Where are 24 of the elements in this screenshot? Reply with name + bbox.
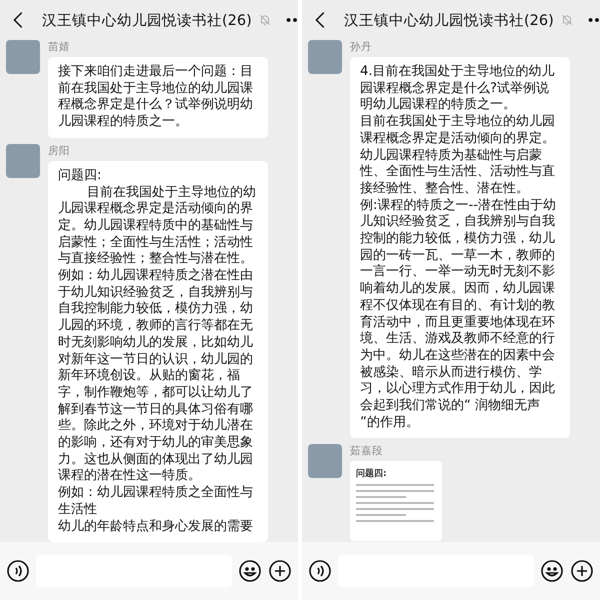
sender-name: 苗婧	[48, 40, 71, 54]
emoji-icon[interactable]	[238, 559, 262, 583]
message-text: 例如：幼儿园课程特质之潜在性由于幼儿知识经验贫乏，自我辨别与自我控制能力较低，模仿力强，幼儿园的环境，教师的言行等都在无时无刻影响幼儿的发展，比如幼儿对新年这一节日的认识，幼儿园的新年环境创设。从贴的窗花，福字，制作鞭炮等，都可以让幼儿了解到春节这一节日的具体习俗有哪些。除此之外，环境对于幼儿潜在的影响，还有对于幼儿的审美思象力。这也从侧面的体现出了幼儿园课程的潜在性这一特质。	[58, 268, 254, 485]
message-text: 目前在我国处于主导地位的幼儿园课程概念界定是活动倾向的界定。幼儿园课程特质中的基础性与启蒙性；全面性与生活性；活动性与直接经验性；整合性与潜在性。	[58, 184, 258, 268]
chat-title: 汉王镇中心幼儿园悦读书社(26)	[42, 12, 252, 30]
message-text: 问题四:	[58, 168, 102, 185]
add-icon[interactable]	[268, 559, 292, 583]
message-text: 接下来咱们走进最后一个问题：目前在我国处于主导地位的幼儿园课程概念界定是什么？试举例说明幼儿园课程的特质之一。	[58, 64, 254, 131]
voice-icon[interactable]	[308, 559, 332, 583]
message-text: 幼儿的年龄特点和身心发展的需要	[58, 518, 254, 536]
sender-name: 孙丹	[350, 40, 373, 54]
chat-title: 汉王镇中心幼儿园悦读书社(26)	[344, 12, 554, 30]
message-text: 例如：幼儿园课程特质之全面性与生活性	[58, 485, 254, 519]
emoji-icon[interactable]	[540, 559, 564, 583]
screenshot-thumbnail[interactable]: 问题四:	[350, 461, 442, 542]
add-icon[interactable]	[570, 559, 594, 583]
sender-name: 房阳	[48, 144, 71, 158]
message-text: 4.目前在我国处于主导地位的幼儿园课程概念界定是什么?试举例说明幼儿园课程的特质之一。	[360, 64, 556, 114]
message-text: 例:课程的特质之一--潜在性由于幼儿知识经验贫乏，自我辨别与自我控制的能力较低，模仿力强，幼儿园的一砖一瓦、一草一木，教师的一言一行、一举一动无时无刻不影响着幼儿的发展。因而，幼儿园课程不仅体现在有目的、有计划的教育活动中，而且更重要地体现在环境、生活、游戏及教师不经意的行为中。幼儿在这些潜在的因素中会被感染、暗示从而进行模仿、学习，以心理方式作用于幼儿，因此会起到我们常说的“ 润物细无声 ”的作用。	[360, 198, 557, 432]
voice-icon[interactable]	[6, 559, 30, 583]
message-text: 目前在我国处于主导地位的幼儿园课程概念界定是活动倾向的界定。	[360, 114, 556, 148]
message-text: 幼儿园课程特质为基础性与启蒙性、全面性与生活性、活动性与直接经验性、整合性、潜在性。	[360, 148, 556, 198]
screenshot-heading: 问题四:	[356, 468, 388, 480]
sender-name: 茹嘉段	[350, 444, 384, 458]
